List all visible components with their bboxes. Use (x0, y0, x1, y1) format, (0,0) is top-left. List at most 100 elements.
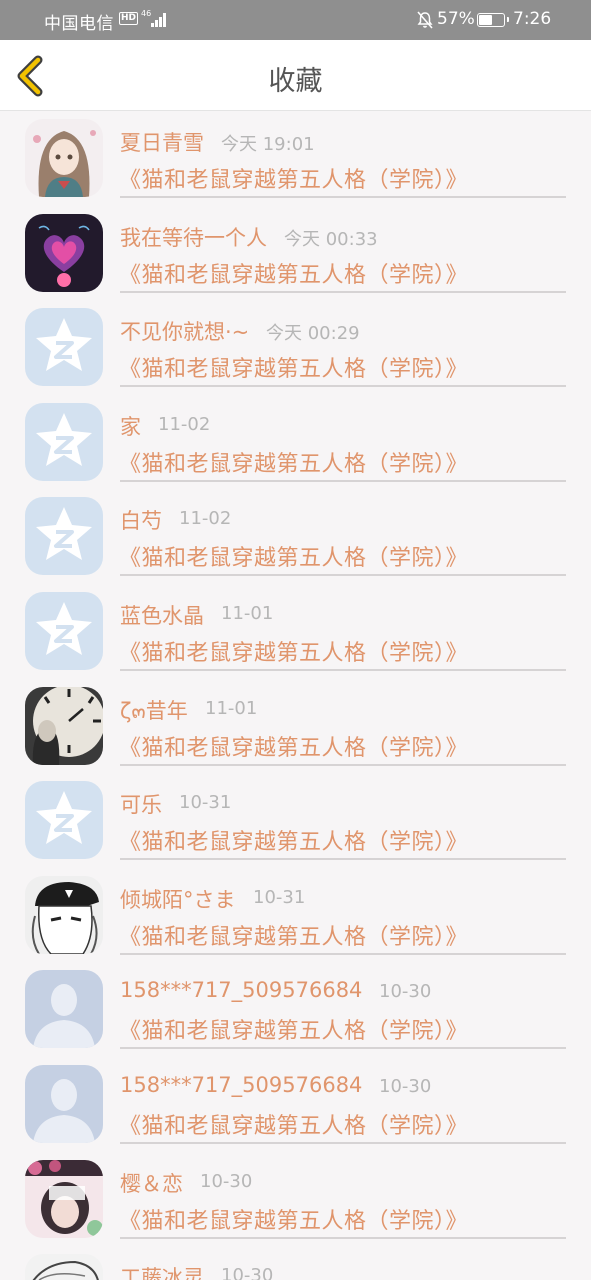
qq-default-avatar-image (25, 497, 103, 576)
timestamp: 10-31 (179, 792, 232, 814)
favorite-title: 《猫和老鼠穿越第五人格（学院）》 (119, 451, 469, 477)
favorite-title: 《猫和老鼠穿越第五人格（学院）》 (119, 168, 469, 193)
list-item[interactable]: 白芍 11-02 《猫和老鼠穿越第五人格（学院）》 (0, 489, 591, 584)
favorite-title: 《猫和老鼠穿越第五人格（学院）》 (119, 1113, 469, 1139)
avatar[interactable] (25, 591, 103, 670)
carrier-label: 中国电信 (44, 14, 114, 34)
avatar[interactable] (25, 686, 103, 765)
favorite-title: 《猫和老鼠穿越第五人格（学院）》 (119, 735, 469, 761)
divider (120, 1141, 566, 1144)
header-bar: 收藏 (0, 40, 591, 111)
page-title: 收藏 (268, 66, 323, 97)
user-name: 蓝色水晶 (120, 603, 204, 628)
timestamp: 今天 00:33 (284, 228, 378, 250)
user-name: 夏日青雪 (120, 131, 204, 155)
favorite-title: 《猫和老鼠穿越第五人格（学院）》 (119, 262, 469, 288)
favorites-list: 夏日青雪 今天 19:01 《猫和老鼠穿越第五人格（学院）》 我在等待一个人 今… (0, 111, 591, 1280)
list-item[interactable]: 我在等待一个人 今天 00:33 《猫和老鼠穿越第五人格（学院）》 (0, 206, 591, 301)
divider (120, 479, 566, 482)
user-name: 倾城陌°さま (120, 887, 236, 912)
list-item[interactable]: 158***717_509576684 10-30 《猫和老鼠穿越第五人格（学院… (0, 962, 591, 1057)
divider (120, 668, 566, 671)
qq-default-avatar-image (25, 781, 103, 860)
avatar[interactable] (25, 213, 103, 292)
clock-photo-avatar-image (25, 686, 103, 765)
favorite-title: 《猫和老鼠穿越第五人格（学院）》 (119, 640, 469, 666)
avatar[interactable] (25, 875, 103, 954)
person-silhouette-avatar-image (25, 1064, 103, 1143)
anime-girl-avatar-image (25, 119, 103, 197)
avatar[interactable] (25, 1159, 103, 1238)
timestamp: 10-30 (379, 1075, 432, 1097)
avatar[interactable] (25, 497, 103, 576)
clock: 7:26 (513, 9, 552, 29)
timestamp: 10-30 (379, 981, 432, 1003)
battery-percent: 57% (437, 9, 475, 29)
user-name: 我在等待一个人 (120, 225, 267, 250)
favorite-title: 《猫和老鼠穿越第五人格（学院）》 (119, 357, 469, 383)
user-name: 家 (120, 414, 141, 439)
timestamp: 今天 00:29 (266, 323, 360, 345)
avatar[interactable] (25, 308, 103, 387)
timestamp: 10-30 (221, 1265, 274, 1280)
qq-default-avatar-image (25, 308, 103, 387)
list-item[interactable]: 可乐 10-31 《猫和老鼠穿越第五人格（学院）》 (0, 773, 591, 868)
user-name: 158***717_509576684 (120, 1072, 363, 1097)
favorite-title: 《猫和老鼠穿越第五人格（学院）》 (119, 830, 469, 856)
timestamp: 10-30 (200, 1170, 253, 1192)
divider (120, 196, 566, 198)
user-name: ζ๓昔年 (120, 698, 188, 723)
network-type: 46 (141, 9, 152, 18)
qq-default-avatar-image (25, 591, 103, 670)
list-item[interactable]: 蓝色水晶 11-01 《猫和老鼠穿越第五人格（学院）》 (0, 584, 591, 679)
favorite-title: 《猫和老鼠穿越第五人格（学院）》 (119, 546, 469, 572)
user-name: 白芍 (120, 509, 162, 534)
timestamp: 11-01 (221, 602, 274, 624)
battery-fill (479, 15, 492, 25)
avatar[interactable] (25, 1254, 103, 1280)
signal-icon (151, 13, 166, 27)
user-name: 工藤冰灵 (120, 1266, 204, 1280)
timestamp: 今天 19:01 (221, 134, 315, 155)
divider (120, 952, 566, 955)
status-bar: 中国电信 HD 46 57% 7:26 (0, 0, 591, 40)
divider (120, 385, 566, 388)
avatar[interactable] (25, 402, 103, 481)
timestamp: 11-02 (158, 413, 211, 435)
person-silhouette-avatar-image (25, 970, 103, 1049)
favorite-title: 《猫和老鼠穿越第五人格（学院）》 (119, 1019, 469, 1045)
list-item[interactable]: 家 11-02 《猫和老鼠穿越第五人格（学院）》 (0, 395, 591, 490)
pink-collage-avatar-image (25, 1159, 103, 1238)
list-item[interactable]: 不见你就想·~ 今天 00:29 《猫和老鼠穿越第五人格（学院）》 (0, 300, 591, 395)
heart-image-avatar-image (25, 213, 103, 292)
divider (120, 763, 566, 766)
divider (120, 574, 566, 577)
list-item[interactable]: 工藤冰灵 10-30 (0, 1246, 591, 1280)
user-name: 不见你就想·~ (120, 320, 250, 345)
divider (120, 858, 566, 861)
timestamp: 11-02 (179, 508, 232, 530)
avatar[interactable] (25, 781, 103, 860)
divider (120, 1047, 566, 1050)
mute-bell-icon (417, 11, 433, 29)
hd-badge: HD (119, 12, 139, 25)
avatar[interactable] (25, 119, 103, 197)
list-item[interactable]: 樱＆恋 10-30 《猫和老鼠穿越第五人格（学院）》 (0, 1152, 591, 1247)
avatar[interactable] (25, 970, 103, 1049)
qq-default-avatar-image (25, 402, 103, 481)
user-name: 可乐 (120, 793, 162, 818)
battery-icon (477, 13, 509, 27)
timestamp: 11-01 (205, 697, 258, 719)
anime-cap-avatar-image (25, 875, 103, 954)
divider (120, 1236, 566, 1239)
list-item[interactable]: 夏日青雪 今天 19:01 《猫和老鼠穿越第五人格（学院）》 (0, 111, 591, 206)
timestamp: 10-31 (253, 886, 306, 908)
list-item[interactable]: 158***717_509576684 10-30 《猫和老鼠穿越第五人格（学院… (0, 1057, 591, 1152)
list-item[interactable]: 倾城陌°さま 10-31 《猫和老鼠穿越第五人格（学院）》 (0, 868, 591, 963)
user-name: 樱＆恋 (120, 1171, 183, 1196)
favorite-title: 《猫和老鼠穿越第五人格（学院）》 (119, 924, 469, 950)
favorite-title: 《猫和老鼠穿越第五人格（学院）》 (119, 1208, 469, 1234)
divider (120, 290, 566, 293)
list-item[interactable]: ζ๓昔年 11-01 《猫和老鼠穿越第五人格（学院）》 (0, 679, 591, 774)
avatar[interactable] (25, 1064, 103, 1143)
